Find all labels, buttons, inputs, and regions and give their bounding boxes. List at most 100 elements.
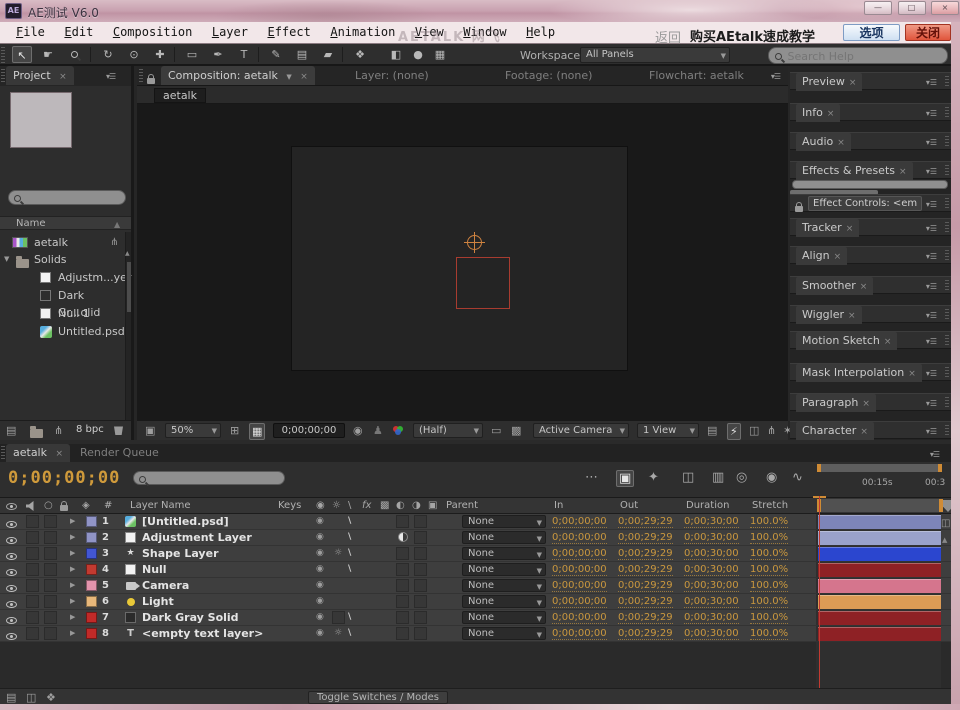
panel-menu-icon[interactable]: ▾☰ [926,109,937,118]
panel-menu-icon[interactable]: ▾☰ [926,252,937,261]
switch-cell[interactable] [396,563,409,576]
layer-name[interactable]: <empty text layer> [142,627,263,640]
switch-cell[interactable] [332,611,345,624]
expander-icon[interactable]: ▶ [70,613,75,621]
label-chip[interactable] [86,564,97,575]
always-preview-icon[interactable]: ▣ [145,423,155,438]
tab-paragraph[interactable]: Paragraph× [796,394,876,412]
layer-name[interactable]: Null [142,563,167,576]
switch-cell[interactable] [414,515,427,528]
frame-blending-icon[interactable]: ◫ [682,470,694,485]
out-column-label[interactable]: Out [620,500,638,511]
project-item-adjustment[interactable]: Adjustm...yer [0,269,124,286]
shy-switch-icon[interactable]: ◉ [316,612,324,622]
tab-layer[interactable]: Layer: (none) [355,69,429,82]
stretch-value[interactable]: 100.0% [750,548,788,560]
expander-icon[interactable]: ▶ [70,581,75,589]
snapshot-icon[interactable]: ◉ [353,423,363,438]
menu-animation[interactable]: Animation [330,22,395,43]
shy-switch-icon[interactable]: ◉ [316,564,324,574]
parent-dropdown[interactable]: None▼ [462,547,546,560]
layer-name-column-label[interactable]: Layer Name [130,500,191,511]
duration-value[interactable]: 0;00;30;00 [684,580,739,592]
shy-switch-icon[interactable]: ◉ [316,516,324,526]
close-icon[interactable]: × [899,167,907,177]
switch-cell[interactable] [396,611,409,624]
in-value[interactable]: 0;00;00;00 [552,564,607,576]
menu-help[interactable]: Help [526,22,555,43]
label-chip[interactable] [86,580,97,591]
safe-margins-icon[interactable]: ⊞ [230,423,239,438]
type-tool-icon[interactable]: T [234,46,254,63]
panel-menu-icon[interactable]: ▾☰ [926,399,937,408]
layer-row-6[interactable]: ▶ 6 Light ◉ None▼ 0;00;00;00 0;00;29;29 … [0,594,951,610]
in-value[interactable]: 0;00;00;00 [552,580,607,592]
audio-cell[interactable] [26,547,39,560]
playhead-line[interactable] [819,496,820,688]
panel-menu-icon[interactable]: ▾☰ [926,337,937,346]
audio-cell[interactable] [26,563,39,576]
layer-row-5[interactable]: ▶ 5 Camera ◉ None▼ 0;00;00;00 0;00;29;29… [0,578,951,594]
layer-name[interactable]: Shape Layer [142,547,219,560]
panel-menu-icon[interactable]: ▾☰ [926,167,937,176]
close-icon[interactable]: × [846,224,854,234]
stretch-value[interactable]: 100.0% [750,596,788,608]
layer-name[interactable]: Light [142,595,174,608]
selected-layer-outline[interactable] [456,257,510,309]
layer-row-8[interactable]: ▶ 8 T <empty text layer> ◉ ☼ \ None▼ 0;0… [0,626,951,642]
scrollbar-thumb[interactable] [127,262,131,312]
menu-layer[interactable]: Layer [212,22,248,43]
parent-dropdown[interactable]: None▼ [462,627,546,640]
brush-tool-icon[interactable]: ✎ [266,46,286,63]
subtab-aetalk[interactable]: aetalk [154,88,206,103]
stretch-column-label[interactable]: Stretch [752,500,788,511]
panel-menu-icon[interactable]: ▾☰ [926,200,937,209]
label-chip[interactable] [86,596,97,607]
live-update-icon[interactable]: ✦ [648,470,659,485]
stretch-value[interactable]: 100.0% [750,580,788,592]
zoom-tool-icon[interactable] [64,46,84,63]
layer-name[interactable]: Camera [142,579,189,592]
camera-tool-icon[interactable]: ⊙ [124,46,144,63]
parent-column-label[interactable]: Parent [446,500,478,511]
adjustment-column-icon[interactable]: ◑ [412,500,421,512]
panel-menu-icon[interactable]: ▾☰ [926,138,937,147]
audio-cell[interactable] [26,515,39,528]
lock-cell[interactable] [44,531,57,544]
in-value[interactable]: 0;00;00;00 [552,532,607,544]
options-button[interactable]: 选项 [843,24,900,41]
eraser-tool-icon[interactable]: ▰ [318,46,338,63]
out-value[interactable]: 0;00;29;29 [618,532,673,544]
tab-project[interactable]: Project × [6,66,74,85]
scroll-up-icon[interactable]: ▲ [942,536,947,544]
expand-layers-icon[interactable]: ▤ [6,691,16,704]
puppet-pin-tool-icon[interactable]: ❖ [350,46,370,63]
panel-menu-icon[interactable]: ▾☰ [106,72,115,81]
duration-value[interactable]: 0;00;30;00 [684,532,739,544]
quality-switch-icon[interactable]: \ [348,516,351,526]
work-area-bar[interactable] [817,464,942,472]
parent-dropdown[interactable]: None▼ [462,531,546,544]
audio-cell[interactable] [26,611,39,624]
camera-off-icon[interactable]: ▦ [430,46,450,63]
lock-cell[interactable] [44,563,57,576]
project-item-null[interactable]: Null 1 [0,305,124,322]
layer-duration-bar[interactable] [818,579,941,593]
audio-cell[interactable] [26,531,39,544]
label-chip[interactable] [86,612,97,623]
menu-file[interactable]: File [16,22,45,43]
motion-blur-column-icon[interactable]: ◐ [396,500,405,512]
pen-tool-icon[interactable]: ✒ [208,46,228,63]
audio-cell[interactable] [26,627,39,640]
expander-icon[interactable]: ▼ [4,251,9,268]
tab-info[interactable]: Info× [796,104,840,122]
out-value[interactable]: 0;00;29;29 [618,548,673,560]
duration-value[interactable]: 0;00;30;00 [684,516,739,528]
lock-icon[interactable] [147,78,155,84]
shy-switch-icon[interactable]: ◉ [316,596,324,606]
tab-wiggler[interactable]: Wiggler× [796,306,862,324]
audio-icon[interactable] [26,501,36,511]
tab-mask-interpolation[interactable]: Mask Interpolation× [796,364,922,382]
auto-keyframe-icon[interactable]: ◉ [766,470,777,485]
layer-row-1[interactable]: ▶ 1 [Untitled.psd] ◉ \ None▼ 0;00;00;00 … [0,514,951,530]
